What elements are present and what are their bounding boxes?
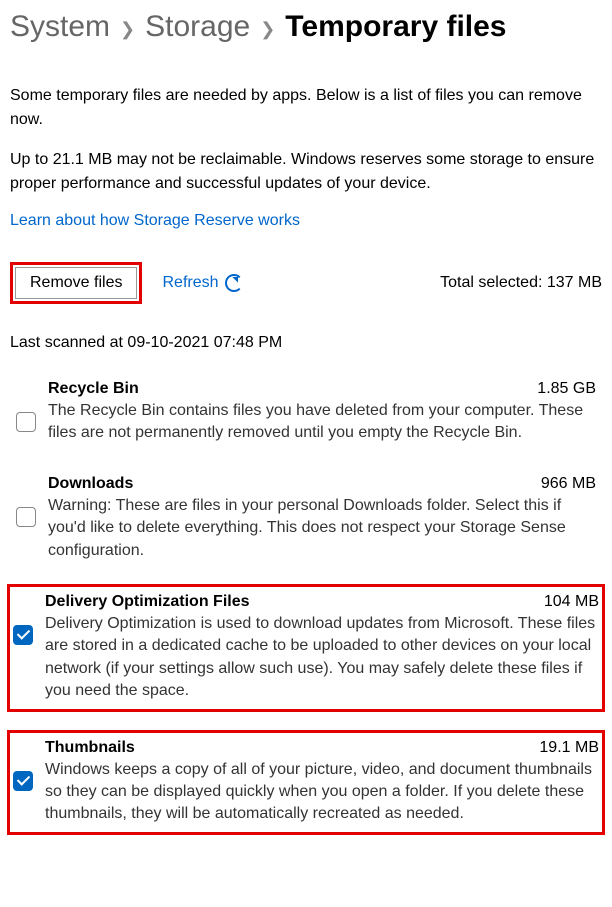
- file-checkbox[interactable]: [16, 412, 36, 432]
- file-checkbox[interactable]: [13, 771, 33, 791]
- file-item[interactable]: Recycle Bin 1.85 GB The Recycle Bin contai…: [10, 372, 602, 453]
- file-content: Thumbnails 19.1 MB Windows keeps a copy of…: [45, 739, 599, 826]
- file-content: Recycle Bin 1.85 GB The Recycle Bin contai…: [48, 380, 596, 445]
- file-item[interactable]: Delivery Optimization Files 104 MB Deliver…: [7, 584, 605, 712]
- file-list: Recycle Bin 1.85 GB The Recycle Bin contai…: [10, 372, 602, 835]
- file-description: Delivery Optimization is used to downloa…: [45, 613, 599, 703]
- file-content: Downloads 966 MB Warning: These are files …: [48, 475, 596, 562]
- remove-files-button[interactable]: Remove files: [15, 267, 137, 299]
- file-description: Windows keeps a copy of all of your pict…: [45, 759, 599, 826]
- breadcrumb-system[interactable]: System: [10, 10, 110, 44]
- total-selected-value: 137 MB: [547, 274, 602, 291]
- file-checkbox[interactable]: [16, 507, 36, 527]
- refresh-icon: [225, 274, 243, 292]
- file-item[interactable]: Downloads 966 MB Warning: These are files …: [10, 467, 602, 570]
- breadcrumb: System ❯ Storage ❯ Temporary files: [10, 10, 602, 44]
- action-row: Remove files Refresh Total selected: 137…: [10, 262, 602, 304]
- chevron-right-icon: ❯: [260, 19, 275, 40]
- remove-files-highlight: Remove files: [10, 262, 142, 304]
- intro-paragraph-1: Some temporary files are needed by apps.…: [10, 84, 602, 132]
- file-size: 19.1 MB: [539, 739, 599, 757]
- file-description: Warning: These are files in your persona…: [48, 495, 596, 562]
- intro-paragraph-2: Up to 21.1 MB may not be reclaimable. Wi…: [10, 148, 602, 196]
- file-description: The Recycle Bin contains files you have …: [48, 400, 596, 445]
- file-title: Downloads: [48, 475, 133, 493]
- file-size: 1.85 GB: [537, 380, 596, 398]
- storage-reserve-link[interactable]: Learn about how Storage Reserve works: [10, 212, 300, 230]
- chevron-right-icon: ❯: [120, 19, 135, 40]
- breadcrumb-current: Temporary files: [285, 10, 506, 44]
- total-selected: Total selected: 137 MB: [440, 274, 602, 292]
- file-size: 104 MB: [544, 593, 599, 611]
- file-item[interactable]: Thumbnails 19.1 MB Windows keeps a copy of…: [7, 730, 605, 835]
- file-title: Thumbnails: [45, 739, 135, 757]
- file-size: 966 MB: [541, 475, 596, 493]
- total-selected-label: Total selected:: [440, 274, 542, 291]
- file-content: Delivery Optimization Files 104 MB Deliver…: [45, 593, 599, 703]
- breadcrumb-storage[interactable]: Storage: [145, 10, 250, 44]
- file-title: Delivery Optimization Files: [45, 593, 250, 611]
- file-title: Recycle Bin: [48, 380, 139, 398]
- file-checkbox[interactable]: [13, 625, 33, 645]
- refresh-label: Refresh: [162, 274, 218, 292]
- refresh-button[interactable]: Refresh: [162, 274, 242, 292]
- last-scanned-text: Last scanned at 09-10-2021 07:48 PM: [10, 334, 602, 352]
